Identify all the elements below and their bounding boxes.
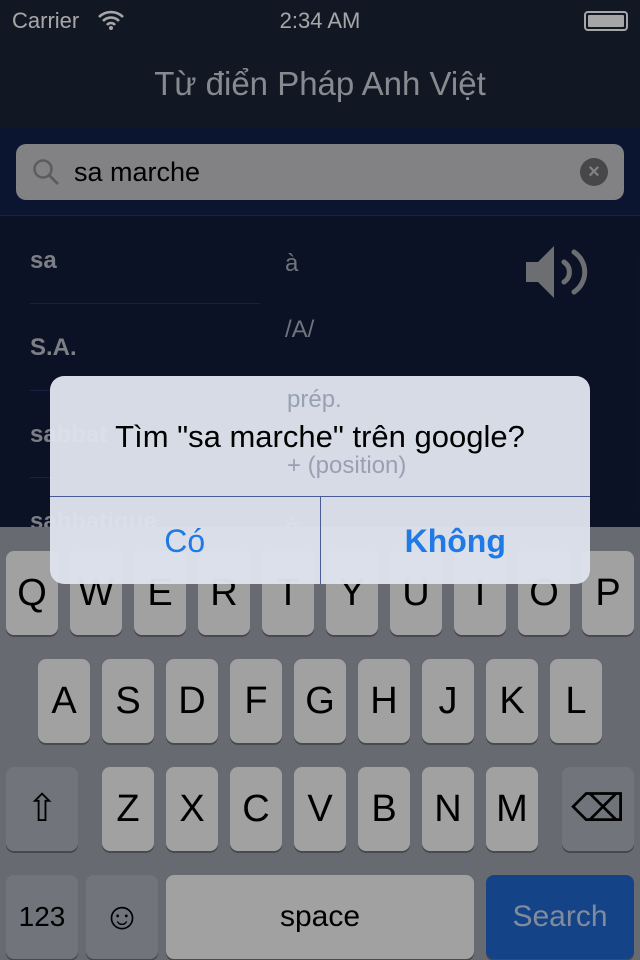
no-button[interactable]: Không: [319, 497, 591, 584]
google-search-alert: Tìm "sa marche" trên google? Có Không: [50, 376, 590, 584]
alert-message: Tìm "sa marche" trên google?: [115, 419, 525, 454]
yes-button[interactable]: Có: [50, 497, 320, 584]
